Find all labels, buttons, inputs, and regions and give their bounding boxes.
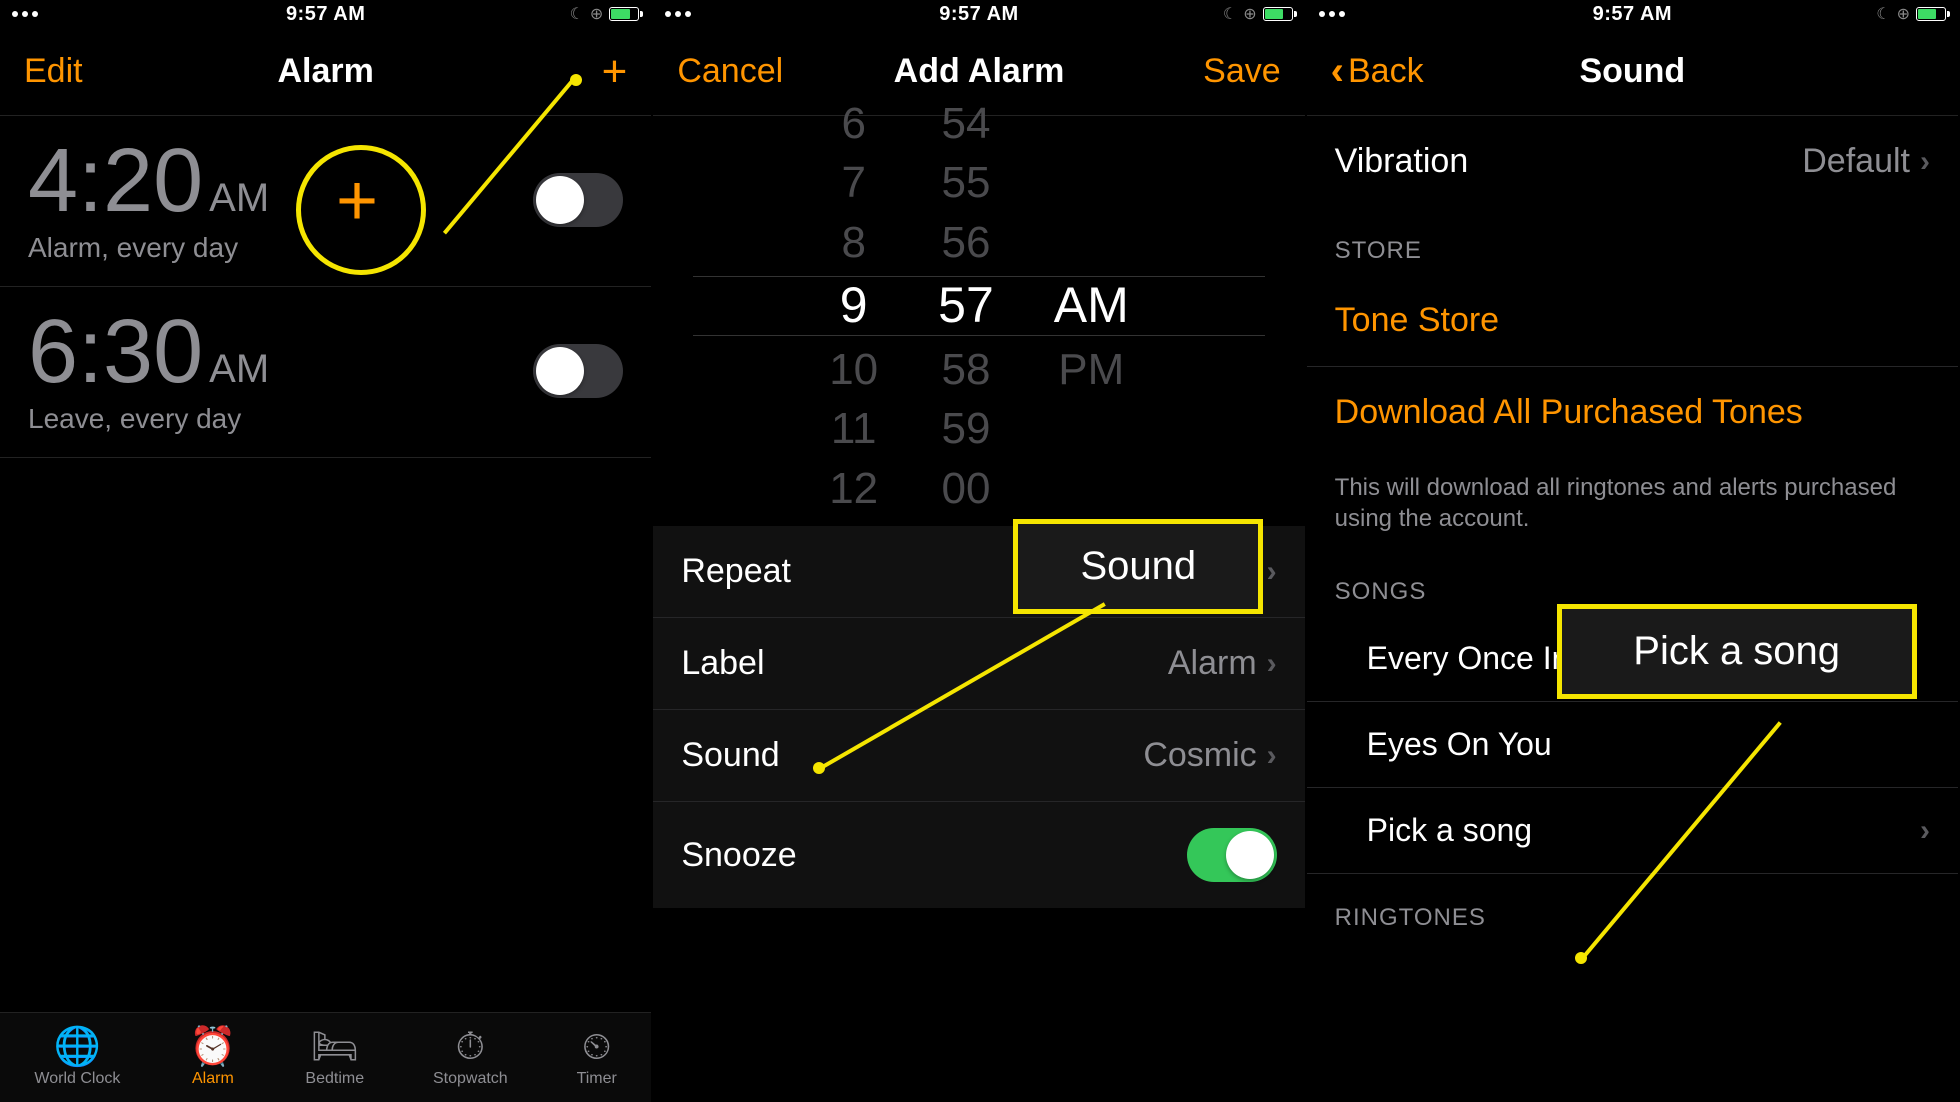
back-button[interactable]: ‹Back [1331,49,1424,94]
alarm-icon: ⏰ [189,1028,236,1066]
callout-dot [1575,952,1587,964]
snooze-row: Snooze [653,802,1304,908]
edit-button[interactable]: Edit [24,52,83,91]
dnd-icon: ☾ [1876,4,1890,24]
alarm-toggle[interactable] [533,344,623,398]
chevron-left-icon: ‹ [1331,49,1344,94]
bed-icon: 🛏 [311,1028,359,1066]
navbar: ‹Back Sound [1307,28,1958,116]
tab-stopwatch[interactable]: ⏱Stopwatch [433,1028,508,1088]
tab-alarm[interactable]: ⏰Alarm [189,1028,236,1088]
tab-timer[interactable]: ⏲Timer [577,1028,617,1088]
page-title: Alarm [277,52,373,91]
tone-store-row[interactable]: Tone Store [1307,275,1958,367]
alarm-sublabel: Alarm, every day [28,232,269,264]
callout-sound-box: Sound [1013,519,1263,614]
tab-bar: 🌐World Clock ⏰Alarm 🛏Bedtime ⏱Stopwatch … [0,1012,651,1102]
battery-icon [609,7,639,21]
time-picker[interactable]: 6 7 8 9 10 11 12 54 55 56 57 58 59 00 --… [653,116,1304,496]
alarm-sublabel: Leave, every day [28,403,269,435]
page-title: Add Alarm [894,52,1065,91]
sound-row[interactable]: Sound Cosmic› [653,710,1304,802]
alarm-status-icon: ⊕ [1897,4,1910,24]
screen-add-alarm: 9:57 AM ☾ ⊕ Cancel Add Alarm Save 6 7 8 9… [653,0,1306,1102]
download-footer-text: This will download all ringtones and ale… [1307,458,1958,548]
alarm-time: 4:20AM [28,136,269,226]
tab-world-clock[interactable]: 🌐World Clock [34,1028,120,1088]
download-all-row[interactable]: Download All Purchased Tones [1307,367,1958,458]
screen-alarm-list: 9:57 AM ☾ ⊕ Edit Alarm + 4:20AM Alarm, ev… [0,0,653,1102]
alarm-row[interactable]: 6:30AM Leave, every day [0,287,651,458]
page-title: Sound [1579,52,1685,91]
chevron-right-icon: › [1267,555,1277,589]
picker-ampm-col: -- -- -- AM PM -- -- [1054,94,1129,518]
status-bar: 9:57 AM ☾ ⊕ [0,0,651,28]
status-bar: 9:57 AM ☾ ⊕ [653,0,1304,28]
alarm-time: 6:30AM [28,307,269,397]
battery-icon [1263,7,1293,21]
add-alarm-button[interactable]: + [602,50,628,94]
alarm-row[interactable]: 4:20AM Alarm, every day [0,116,651,287]
status-time: 9:57 AM [1593,3,1672,26]
song-row[interactable]: Eyes On You [1307,702,1958,788]
chevron-right-icon: › [1267,739,1277,773]
status-time: 9:57 AM [939,3,1018,26]
callout-dot [570,74,582,86]
alarm-status-icon: ⊕ [1243,4,1256,24]
dnd-icon: ☾ [570,4,584,24]
screen-sound-select: 9:57 AM ☾ ⊕ ‹Back Sound Vibration Default… [1307,0,1960,1102]
status-time: 9:57 AM [286,3,365,26]
vibration-row[interactable]: Vibration Default› [1307,116,1958,207]
picker-hour-col: 6 7 8 9 10 11 12 [829,94,878,518]
save-button[interactable]: Save [1203,52,1281,91]
alarm-toggle[interactable] [533,173,623,227]
battery-icon [1916,7,1946,21]
chevron-right-icon: › [1920,145,1930,179]
chevron-right-icon: › [1920,814,1930,848]
tab-bedtime[interactable]: 🛏Bedtime [305,1028,364,1088]
alarm-status-icon: ⊕ [590,4,603,24]
callout-plus-icon: + [336,160,378,242]
snooze-toggle[interactable] [1187,828,1277,882]
store-section-header: STORE [1307,207,1958,275]
dnd-icon: ☾ [1223,4,1237,24]
cancel-button[interactable]: Cancel [677,52,783,91]
timer-icon: ⏲ [582,1028,612,1066]
chevron-right-icon: › [1267,647,1277,681]
status-bar: 9:57 AM ☾ ⊕ [1307,0,1958,28]
ringtones-section-header: RINGTONES [1307,874,1958,942]
picker-minute-col: 54 55 56 57 58 59 00 [938,94,994,518]
stopwatch-icon: ⏱ [456,1028,486,1066]
label-row[interactable]: Label Alarm› [653,618,1304,710]
pick-a-song-row[interactable]: Pick a song › [1307,788,1958,874]
plus-icon: + [602,50,628,94]
callout-pick-song-box: Pick a song [1557,604,1917,699]
globe-icon: 🌐 [54,1028,101,1066]
